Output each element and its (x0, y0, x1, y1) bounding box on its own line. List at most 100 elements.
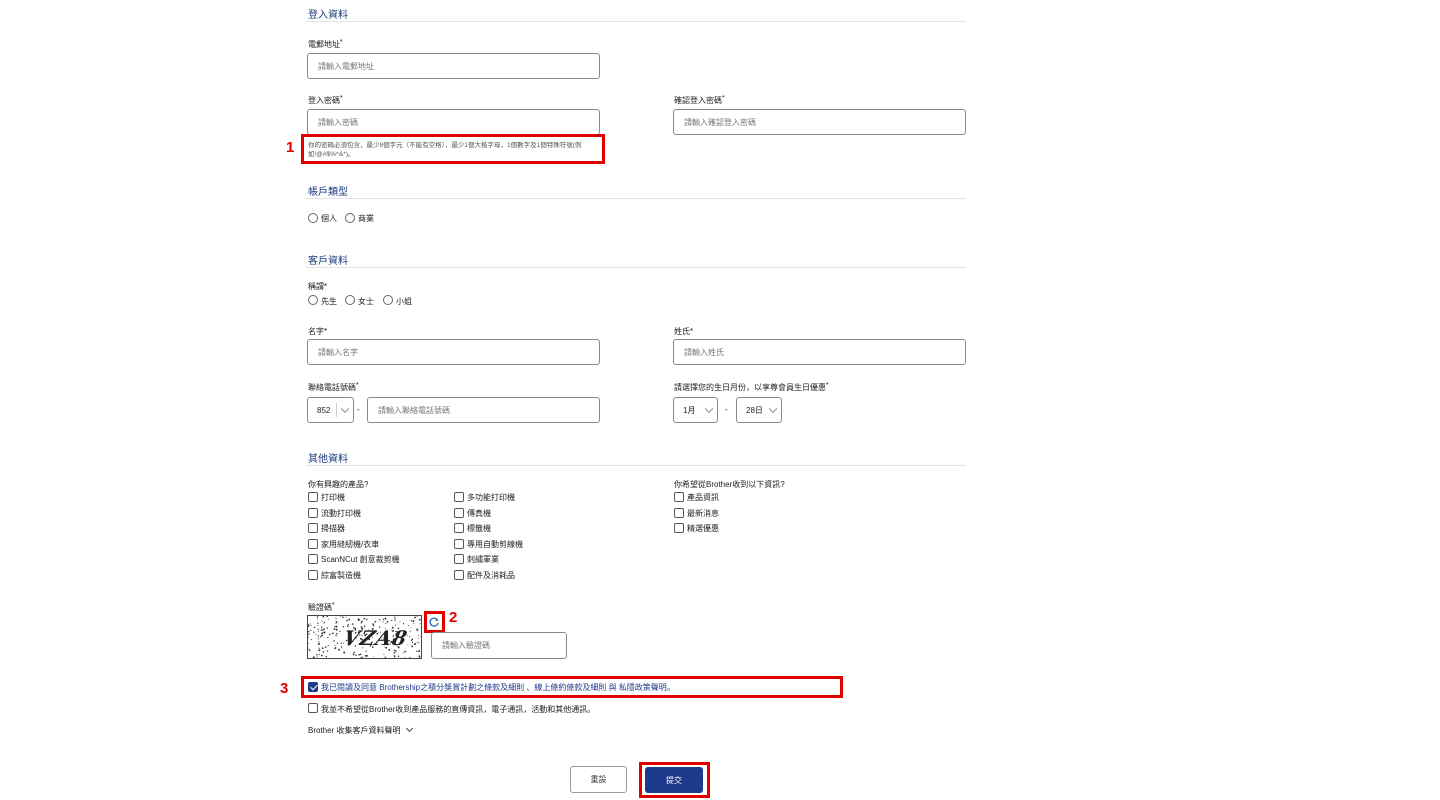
title-mr-radio[interactable] (308, 295, 318, 305)
account-type-business-label: 商業 (358, 214, 374, 223)
first-name-input[interactable] (308, 340, 599, 364)
first-name-label: 名字* (308, 327, 328, 336)
title-mrs-radio[interactable] (345, 295, 355, 305)
confirm-password-input[interactable] (674, 110, 965, 134)
product-option-label: 家用縫紉機/衣車 (321, 539, 380, 549)
phone-code-value: 852 (317, 405, 331, 415)
receive-option-label: 最新消息 (687, 508, 719, 518)
receive-label: 你希望從Brother收到以下資訊? (674, 480, 785, 489)
account-type-personal-radio[interactable] (308, 213, 318, 223)
section-title-login: 登入資料 (308, 10, 348, 21)
annotation-box-2 (424, 611, 445, 633)
annotation-number-2: 2 (449, 609, 458, 626)
password-input[interactable] (308, 110, 599, 134)
section-title-other: 其他資料 (308, 454, 348, 465)
phone-dash: - (357, 405, 360, 414)
select-separator (336, 403, 337, 417)
product-option-checkbox[interactable] (454, 492, 464, 502)
product-option-checkbox[interactable] (308, 554, 318, 565)
chevron-down-icon (340, 404, 350, 414)
annotation-box-4 (639, 762, 710, 798)
phone-code-select[interactable]: 852 (307, 397, 354, 423)
product-option-checkbox[interactable] (308, 492, 318, 502)
captcha-input[interactable] (432, 633, 566, 658)
product-option-label: 傳真機 (467, 508, 491, 518)
receive-option-checkbox[interactable] (674, 507, 684, 518)
product-option-label: ScanNCut 創意裁剪機 (321, 555, 400, 565)
birthday-label: 請選擇您的生日月份，以享尊會員生日優惠* (674, 382, 829, 392)
receive-option-label: 精選優惠 (687, 524, 719, 534)
last-name-input[interactable] (674, 340, 965, 364)
phone-label: 聯絡電話號碼* (308, 382, 359, 392)
reset-button[interactable]: 重設 (570, 766, 627, 793)
chevron-down-icon (768, 404, 778, 414)
receive-option-checkbox[interactable] (674, 523, 684, 534)
email-input[interactable] (308, 54, 599, 78)
privacy-statement-toggle[interactable]: Brother 收集客戶資料聲明 (308, 724, 413, 736)
product-option-label: 綜富製造機 (321, 571, 361, 580)
product-option-label: 打印機 (321, 493, 345, 502)
phone-field[interactable] (367, 397, 600, 423)
phone-input[interactable] (368, 398, 599, 422)
captcha-text: VZA8 (341, 626, 411, 650)
birth-month-select[interactable]: 1月 (673, 397, 718, 423)
interest-label: 你有興趣的產品? (308, 480, 369, 489)
product-option-checkbox[interactable] (308, 523, 318, 534)
annotation-number-3: 3 (280, 680, 289, 697)
product-option-checkbox[interactable] (454, 554, 464, 565)
divider (306, 267, 966, 268)
title-mr-label: 先生 (321, 297, 337, 306)
account-type-personal-label: 個人 (321, 214, 337, 223)
optout-checkbox[interactable] (308, 703, 318, 713)
product-option-label: 標籤機 (467, 524, 491, 534)
product-option-label: 多功能打印機 (467, 493, 515, 502)
captcha-image: VZA8 (307, 615, 422, 659)
annotation-box-3 (301, 676, 843, 698)
first-name-field[interactable] (307, 339, 600, 365)
confirm-password-field[interactable] (673, 109, 966, 135)
birth-day-value: 28日 (746, 405, 763, 415)
receive-option-label: 產品資訊 (687, 493, 719, 502)
last-name-label: 姓氏* (674, 327, 694, 336)
divider (306, 198, 966, 199)
birth-month-value: 1月 (683, 405, 696, 415)
product-option-label: 流動打印機 (321, 508, 361, 518)
divider (306, 21, 966, 22)
product-option-checkbox[interactable] (454, 538, 464, 549)
email-field[interactable] (307, 53, 600, 79)
title-miss-radio[interactable] (383, 295, 393, 305)
product-option-checkbox[interactable] (454, 507, 464, 518)
optout-label: 我並不希望從Brother收到產品服務的直傳資訊，電子通訊，活動和其他通訊。 (321, 705, 596, 714)
product-option-checkbox[interactable] (454, 523, 464, 534)
product-option-label: 掃描器 (321, 524, 345, 534)
email-label: 電郵地址* (308, 39, 343, 49)
annotation-box-1 (301, 134, 605, 164)
birth-day-select[interactable]: 28日 (736, 397, 782, 423)
password-label: 登入密碼* (308, 95, 343, 105)
account-type-business-radio[interactable] (345, 213, 355, 223)
privacy-statement-text: Brother 收集客戶資料聲明 (308, 726, 401, 735)
chevron-down-icon (405, 724, 413, 733)
captcha-field[interactable] (431, 632, 567, 659)
title-label: 稱謂* (308, 282, 328, 291)
title-mrs-label: 女士 (358, 297, 374, 306)
product-option-label: 刺繡軍業 (467, 555, 499, 565)
product-option-checkbox[interactable] (308, 507, 318, 518)
product-option-label: 配件及消耗品 (467, 571, 515, 580)
section-title-customer: 客戶資料 (308, 256, 348, 267)
product-option-checkbox[interactable] (454, 570, 464, 580)
title-miss-label: 小姐 (396, 297, 412, 306)
birth-dash: - (725, 405, 728, 414)
last-name-field[interactable] (673, 339, 966, 365)
product-option-label: 專用自動剪線機 (467, 539, 523, 549)
password-field[interactable] (307, 109, 600, 135)
divider (306, 465, 966, 466)
confirm-password-label: 確認登入密碼* (674, 95, 725, 105)
annotation-number-1: 1 (286, 139, 295, 156)
product-option-checkbox[interactable] (308, 538, 318, 549)
receive-option-checkbox[interactable] (674, 492, 684, 502)
captcha-label: 驗證碼* (308, 602, 335, 612)
chevron-down-icon (704, 404, 714, 414)
product-option-checkbox[interactable] (308, 570, 318, 580)
section-title-account-type: 帳戶類型 (308, 187, 348, 198)
